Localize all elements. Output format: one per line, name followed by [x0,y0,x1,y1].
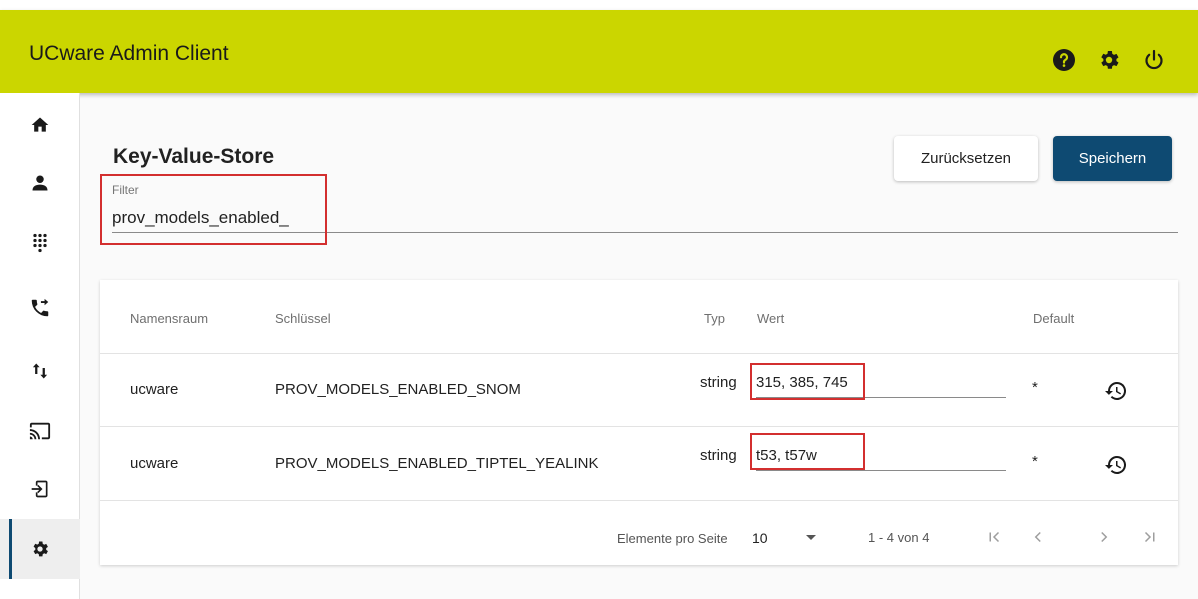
sidebar-item-login[interactable] [0,459,80,519]
row-key: PROV_MODELS_ENABLED_TIPTEL_YEALINK [275,455,599,472]
save-button[interactable]: Speichern [1053,136,1172,181]
row-divider [100,353,1178,354]
column-header-value: Wert [757,311,785,326]
person-icon [32,175,48,191]
column-header-namespace: Namensraum [130,311,209,326]
sidebar-item-sort[interactable] [0,341,80,401]
column-header-default: Default [1033,311,1075,326]
sort-arrows-icon [32,363,48,379]
dropdown-arrow-icon [806,535,816,540]
chevron-left-icon [1034,531,1041,543]
call-forward-icon [31,298,49,317]
page-size-select[interactable]: 10 [752,524,822,550]
sidebar-item-devices[interactable] [0,401,80,461]
page-title: Key-Value-Store [113,145,275,168]
row-namespace: ucware [130,381,179,398]
last-page-button[interactable] [1137,524,1163,550]
home-icon [31,117,49,132]
login-icon [31,480,48,498]
main-content: Key-Value-Store Zurücksetzen Speichern F… [80,93,1198,599]
restore-default-icon[interactable] [1104,453,1128,477]
row-divider [100,426,1178,427]
row-key: PROV_MODELS_ENABLED_SNOM [275,381,521,398]
row-value-input[interactable] [756,366,1006,398]
reset-button[interactable]: Zurücksetzen [894,136,1038,181]
app-title: UCware Admin Client [29,42,229,65]
first-page-button[interactable] [981,524,1007,550]
sidebar-item-users[interactable] [0,153,80,213]
row-type: string [700,447,737,464]
key-value-table: Namensraum Schlüssel Typ Wert Default uc… [100,280,1178,565]
row-value-input[interactable] [756,439,1006,471]
previous-page-button[interactable] [1025,524,1051,550]
cast-icon [29,422,51,440]
settings-gear-icon[interactable] [1097,48,1121,72]
sidebar-nav [0,93,80,599]
dialpad-icon [33,233,47,253]
row-divider [100,500,1178,501]
restore-default-icon[interactable] [1104,379,1128,403]
filter-label: Filter [112,183,139,197]
next-page-button[interactable] [1091,524,1117,550]
row-namespace: ucware [130,455,179,472]
sidebar-item-settings[interactable] [0,519,80,579]
page-size-value: 10 [752,530,768,546]
sidebar-item-dialpad[interactable] [0,213,80,273]
first-page-icon [989,531,1000,543]
row-type: string [700,374,737,391]
toolbar: UCware Admin Client [0,10,1198,93]
page-range-label: 1 - 4 von 4 [868,530,930,545]
top-app-bar: UCware Admin Client [0,0,1198,93]
filter-input[interactable] [112,203,1178,233]
power-icon[interactable] [1142,48,1166,72]
row-default: * [1032,453,1038,470]
help-icon[interactable] [1052,48,1076,72]
gear-icon [33,541,48,557]
top-strip [0,0,1198,10]
row-default: * [1032,379,1038,396]
last-page-icon [1144,531,1155,543]
items-per-page-label: Elemente pro Seite [617,531,728,546]
chevron-right-icon [1101,531,1108,543]
column-header-key: Schlüssel [275,311,331,326]
column-header-type: Typ [704,311,725,326]
sidebar-item-home[interactable] [0,95,80,155]
sidebar-item-call-forwarding[interactable] [0,278,80,338]
